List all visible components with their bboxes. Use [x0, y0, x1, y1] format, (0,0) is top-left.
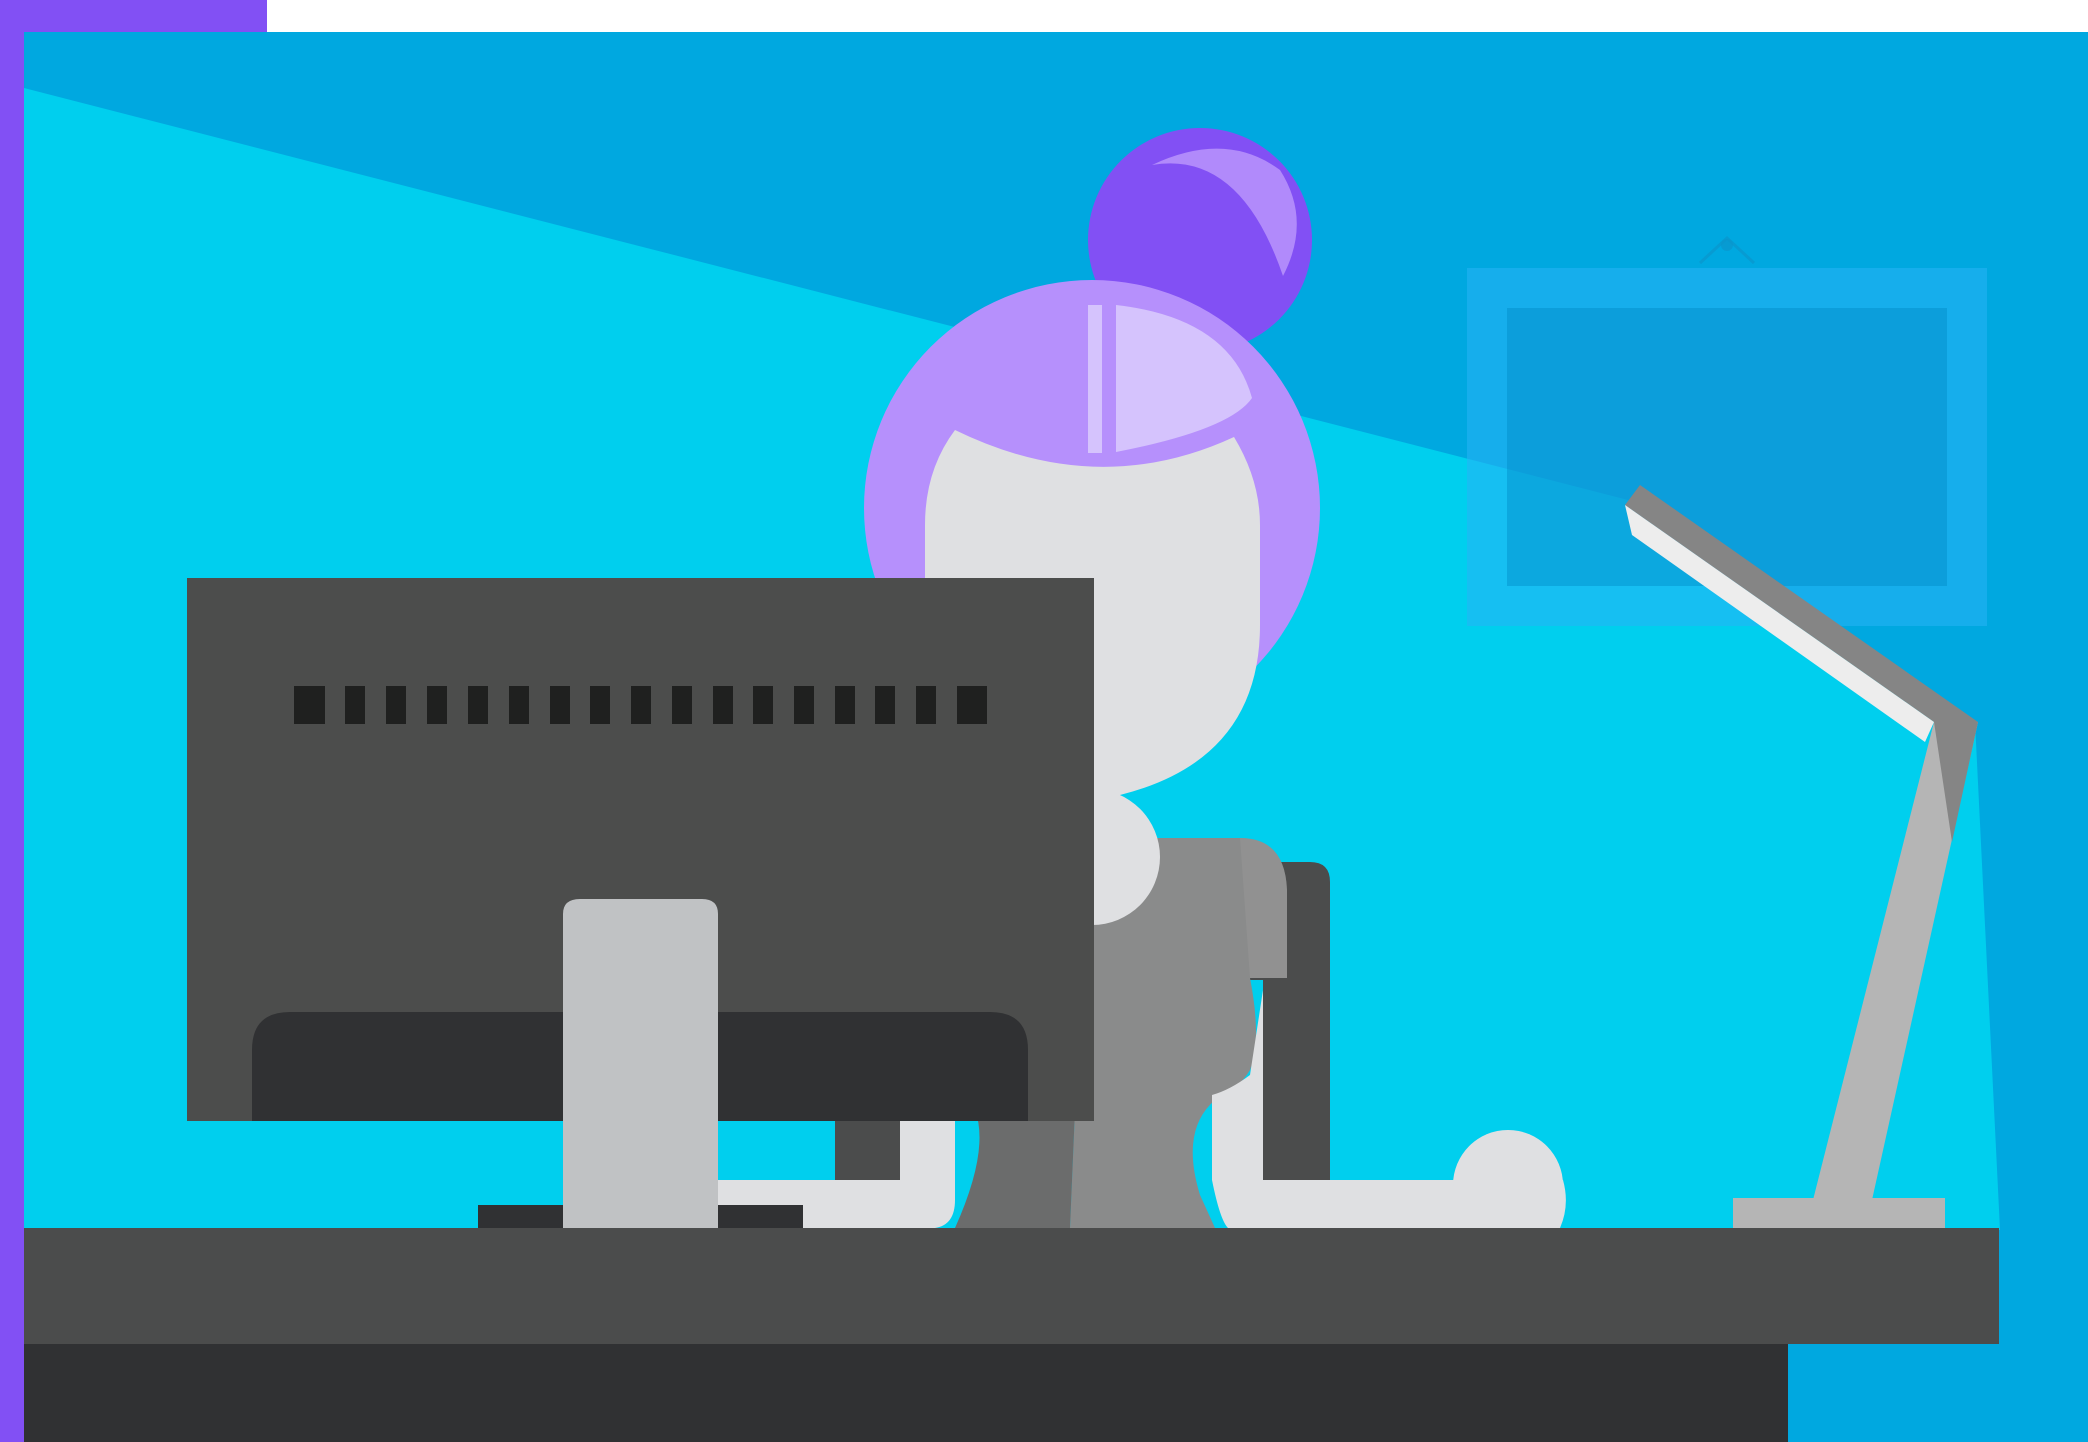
- monitor-vents: [294, 686, 987, 724]
- desk: [24, 1228, 1999, 1442]
- illustration-scene: [0, 0, 2088, 1442]
